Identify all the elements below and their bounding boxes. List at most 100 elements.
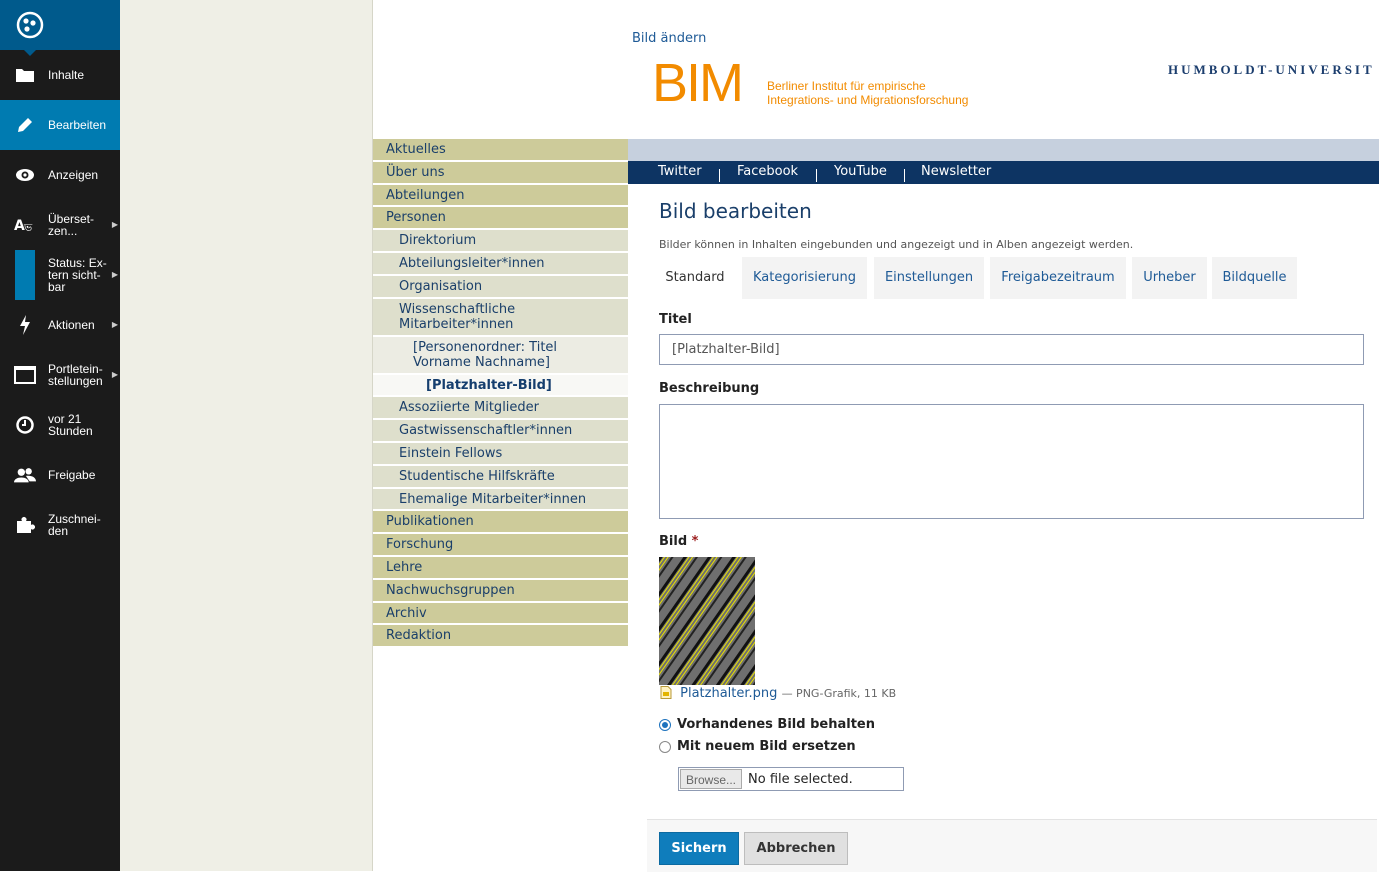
no-file-text: No file selected. [748, 771, 853, 787]
bolt-icon [14, 315, 36, 335]
tab-kategorisierung[interactable]: Kategorisierung [742, 257, 867, 299]
bild-label-text: Bild [659, 534, 688, 549]
facebook-link[interactable]: Facebook [737, 164, 798, 179]
newsletter-link[interactable]: Newsletter [921, 164, 991, 179]
titel-input[interactable]: [Platzhalter-Bild] [659, 334, 1364, 365]
tab-urheber[interactable]: Urheber [1132, 257, 1207, 299]
beschreibung-textarea[interactable] [659, 404, 1364, 519]
radio-keep-label[interactable]: Vorhandenes Bild behalten [677, 717, 875, 732]
nav-item[interactable]: Nachwuchsgruppen [373, 579, 628, 603]
tab-freigabezeitraum[interactable]: Freigabezeitraum [990, 257, 1126, 299]
hu-logo[interactable]: HUMBOLDT-UNIVERSIT [1168, 62, 1375, 78]
nav-item[interactable]: Redaktion [373, 625, 628, 649]
users-icon [14, 467, 36, 483]
divider [719, 169, 720, 182]
chevron-right-icon: ▶ [111, 320, 118, 329]
save-button[interactable]: Sichern [659, 832, 739, 865]
toolbar-item-pencil[interactable]: Bearbeiten [0, 100, 120, 150]
nav-item[interactable]: Abteilungen [373, 184, 628, 208]
toolbar-item-label: Freigabe [48, 468, 96, 482]
nav-item[interactable]: Studentische Hilfskräfte [373, 465, 628, 489]
toolbar-item-translate[interactable]: A ভ Überset- zen... ▶ [0, 200, 120, 250]
eye-icon [14, 168, 36, 182]
window-icon [14, 366, 36, 384]
nav-item[interactable]: Über uns [373, 161, 628, 185]
nav-item[interactable]: Organisation [373, 275, 628, 299]
toolbar-item-label: Aktionen [48, 318, 95, 332]
toolbar-item-window[interactable]: Portletein- stellungen ▶ [0, 350, 120, 400]
svg-text:ভ: ভ [23, 221, 33, 233]
radio-replace-row[interactable]: Mit neuem Bild ersetzen [659, 739, 856, 754]
youtube-link[interactable]: YouTube [834, 164, 887, 179]
nav-item[interactable]: Wissenschaftliche Mitarbeiter*innen [373, 298, 628, 337]
required-marker: * [691, 534, 699, 549]
toolbar-item-folder[interactable]: Inhalte [0, 50, 120, 100]
toolbar-item-users[interactable]: Freigabe [0, 450, 120, 500]
toolbar-item-label: vor 21 Stunden [48, 412, 93, 438]
toolbar-item-bolt[interactable]: Aktionen ▶ [0, 300, 120, 350]
nav-item[interactable]: Abteilungsleiter*innen [373, 252, 628, 276]
toolbar-item-label: Anzeigen [48, 168, 99, 182]
toolbar-item-puzzle[interactable]: Zuschnei- den [0, 500, 120, 550]
chevron-right-icon: ▶ [111, 270, 118, 279]
chevron-right-icon: ▶ [111, 220, 118, 229]
file-link[interactable]: Platzhalter.png [680, 686, 777, 701]
plone-toolbar: Inhalte Bearbeiten Anzeigen A ভ Überset- zen.… [0, 0, 120, 871]
nav-item[interactable]: Publikationen [373, 511, 628, 535]
toolbar-item-label: Zuschnei- den [48, 512, 101, 538]
tab-einstellungen[interactable]: Einstellungen [874, 257, 984, 299]
social-links-bar: Twitter Facebook YouTube Newsletter [628, 161, 1379, 184]
toolbar-item-status[interactable]: Status: Ex- tern sicht- bar ▶ [0, 250, 120, 300]
file-upload-input[interactable]: Browse... No file selected. [678, 767, 904, 791]
radio-keep[interactable] [659, 718, 671, 731]
pencil-icon [14, 116, 36, 134]
translate-icon: Aভ [14, 217, 36, 233]
bim-logo[interactable]: BIM Berliner Institut für empirische Int… [652, 53, 968, 113]
nav-item[interactable]: Gastwissenschaftler*innen [373, 420, 628, 443]
nav-item[interactable]: Direktorium [373, 230, 628, 253]
nav-item[interactable]: Lehre [373, 556, 628, 580]
puzzle-icon [14, 515, 36, 535]
tab-standard[interactable]: Standard [653, 257, 737, 299]
twitter-link[interactable]: Twitter [658, 164, 702, 179]
radio-keep-row[interactable]: Vorhandenes Bild behalten [659, 717, 875, 732]
toolbar-item-eye[interactable]: Anzeigen [0, 150, 120, 200]
png-file-icon [660, 686, 672, 699]
nav-item[interactable]: Forschung [373, 534, 628, 557]
nav-item[interactable]: Personen [373, 207, 628, 231]
beschreibung-label: Beschreibung [659, 381, 760, 396]
nav-item[interactable]: Assoziierte Mitglieder [373, 397, 628, 421]
change-image-link[interactable]: Bild ändern [632, 31, 706, 46]
file-info: Platzhalter.png — PNG-Grafik, 11 KB [660, 686, 896, 701]
plone-logo[interactable] [0, 0, 120, 56]
page-description: Bilder können in Inhalten eingebunden un… [659, 238, 1134, 251]
nav-item[interactable]: Aktuelles [373, 139, 628, 162]
page-title: Bild bearbeiten [659, 199, 812, 223]
divider [904, 169, 905, 182]
file-meta: — PNG-Grafik, 11 KB [781, 687, 897, 700]
tab-bildquelle[interactable]: Bildquelle [1212, 257, 1297, 299]
toolbar-item-clock[interactable]: vor 21 Stunden [0, 400, 120, 450]
radio-replace-label[interactable]: Mit neuem Bild ersetzen [677, 739, 856, 754]
nav-item[interactable]: [Personenordner: Titel Vorname Nachname] [373, 336, 628, 375]
plone-logo-icon [16, 11, 44, 39]
toolbar-item-label: Inhalte [48, 68, 85, 82]
nav-item[interactable]: Einstein Fellows [373, 442, 628, 466]
browse-button[interactable]: Browse... [680, 769, 743, 789]
divider [816, 169, 817, 182]
bild-label: Bild * [659, 534, 698, 549]
left-gutter [120, 0, 373, 871]
section-navigation: Aktuelles Über uns Abteilungen Personen Dire… [373, 139, 628, 649]
bim-logo-text: BIM [652, 53, 744, 113]
folder-icon [14, 67, 36, 83]
cancel-button[interactable]: Abbrechen [744, 832, 848, 865]
nav-item[interactable]: Archiv [373, 602, 628, 626]
toolbar-item-label: Portletein- stellungen [48, 362, 103, 388]
radio-replace[interactable] [659, 740, 671, 753]
nav-item[interactable]: [Platzhalter-Bild] [373, 374, 628, 398]
toolbar-item-label: Bearbeiten [48, 118, 107, 132]
bim-logo-subtitle: Berliner Institut für empirische Integra… [767, 79, 969, 107]
chevron-right-icon: ▶ [111, 370, 118, 379]
toolbar-item-label: Status: Ex- tern sicht- bar [48, 256, 107, 294]
nav-item[interactable]: Ehemalige Mitarbeiter*innen [373, 488, 628, 512]
